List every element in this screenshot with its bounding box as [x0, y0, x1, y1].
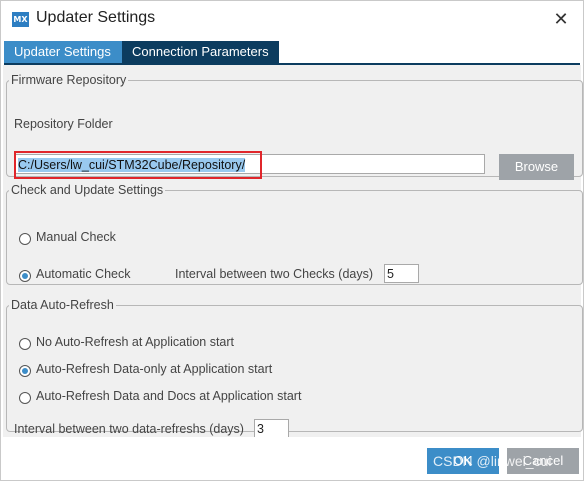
tab-connection-parameters[interactable]: Connection Parameters: [122, 41, 279, 63]
tab-content: Firmware Repository Repository Folder C:…: [3, 65, 583, 438]
tab-updater-settings[interactable]: Updater Settings: [4, 41, 122, 63]
auto-refresh-data-docs-radio[interactable]: [19, 392, 31, 404]
ok-button[interactable]: OK: [427, 448, 499, 474]
updater-settings-dialog: MX Updater Settings ✕ Updater Settings C…: [0, 0, 584, 481]
no-auto-refresh-radio[interactable]: [19, 338, 31, 350]
auto-refresh-data-only-label[interactable]: Auto-Refresh Data-only at Application st…: [36, 362, 272, 376]
data-auto-refresh-legend: Data Auto-Refresh: [11, 298, 114, 312]
check-update-legend: Check and Update Settings: [11, 183, 164, 197]
refresh-interval-label: Interval between two data-refreshs (days…: [14, 422, 244, 436]
cancel-button[interactable]: Cancel: [507, 448, 579, 474]
auto-refresh-data-docs-label[interactable]: Auto-Refresh Data and Docs at Applicatio…: [36, 389, 301, 403]
check-update-group: Check and Update Settings Manual Check A…: [6, 183, 583, 285]
firmware-repository-legend: Firmware Repository: [11, 73, 127, 87]
close-icon[interactable]: ✕: [546, 7, 576, 33]
automatic-check-radio[interactable]: [19, 270, 31, 282]
manual-check-label[interactable]: Manual Check: [36, 230, 116, 244]
manual-check-radio[interactable]: [19, 233, 31, 245]
dialog-title: Updater Settings: [36, 9, 156, 26]
app-logo-icon: MX: [12, 12, 29, 27]
auto-refresh-data-only-radio[interactable]: [19, 365, 31, 377]
highlight-annotation-box: [14, 151, 262, 179]
data-auto-refresh-group: Data Auto-Refresh No Auto-Refresh at App…: [6, 298, 583, 438]
check-interval-input[interactable]: 5: [384, 264, 419, 283]
title-bar: MX Updater Settings ✕: [1, 1, 583, 39]
browse-button[interactable]: Browse: [499, 154, 574, 180]
automatic-check-label[interactable]: Automatic Check: [36, 267, 130, 281]
check-interval-label: Interval between two Checks (days): [175, 267, 374, 281]
no-auto-refresh-label[interactable]: No Auto-Refresh at Application start: [36, 335, 234, 349]
repository-folder-label: Repository Folder: [14, 117, 113, 131]
firmware-repository-group: Firmware Repository Repository Folder C:…: [6, 73, 583, 180]
refresh-interval-input[interactable]: 3: [254, 419, 289, 438]
